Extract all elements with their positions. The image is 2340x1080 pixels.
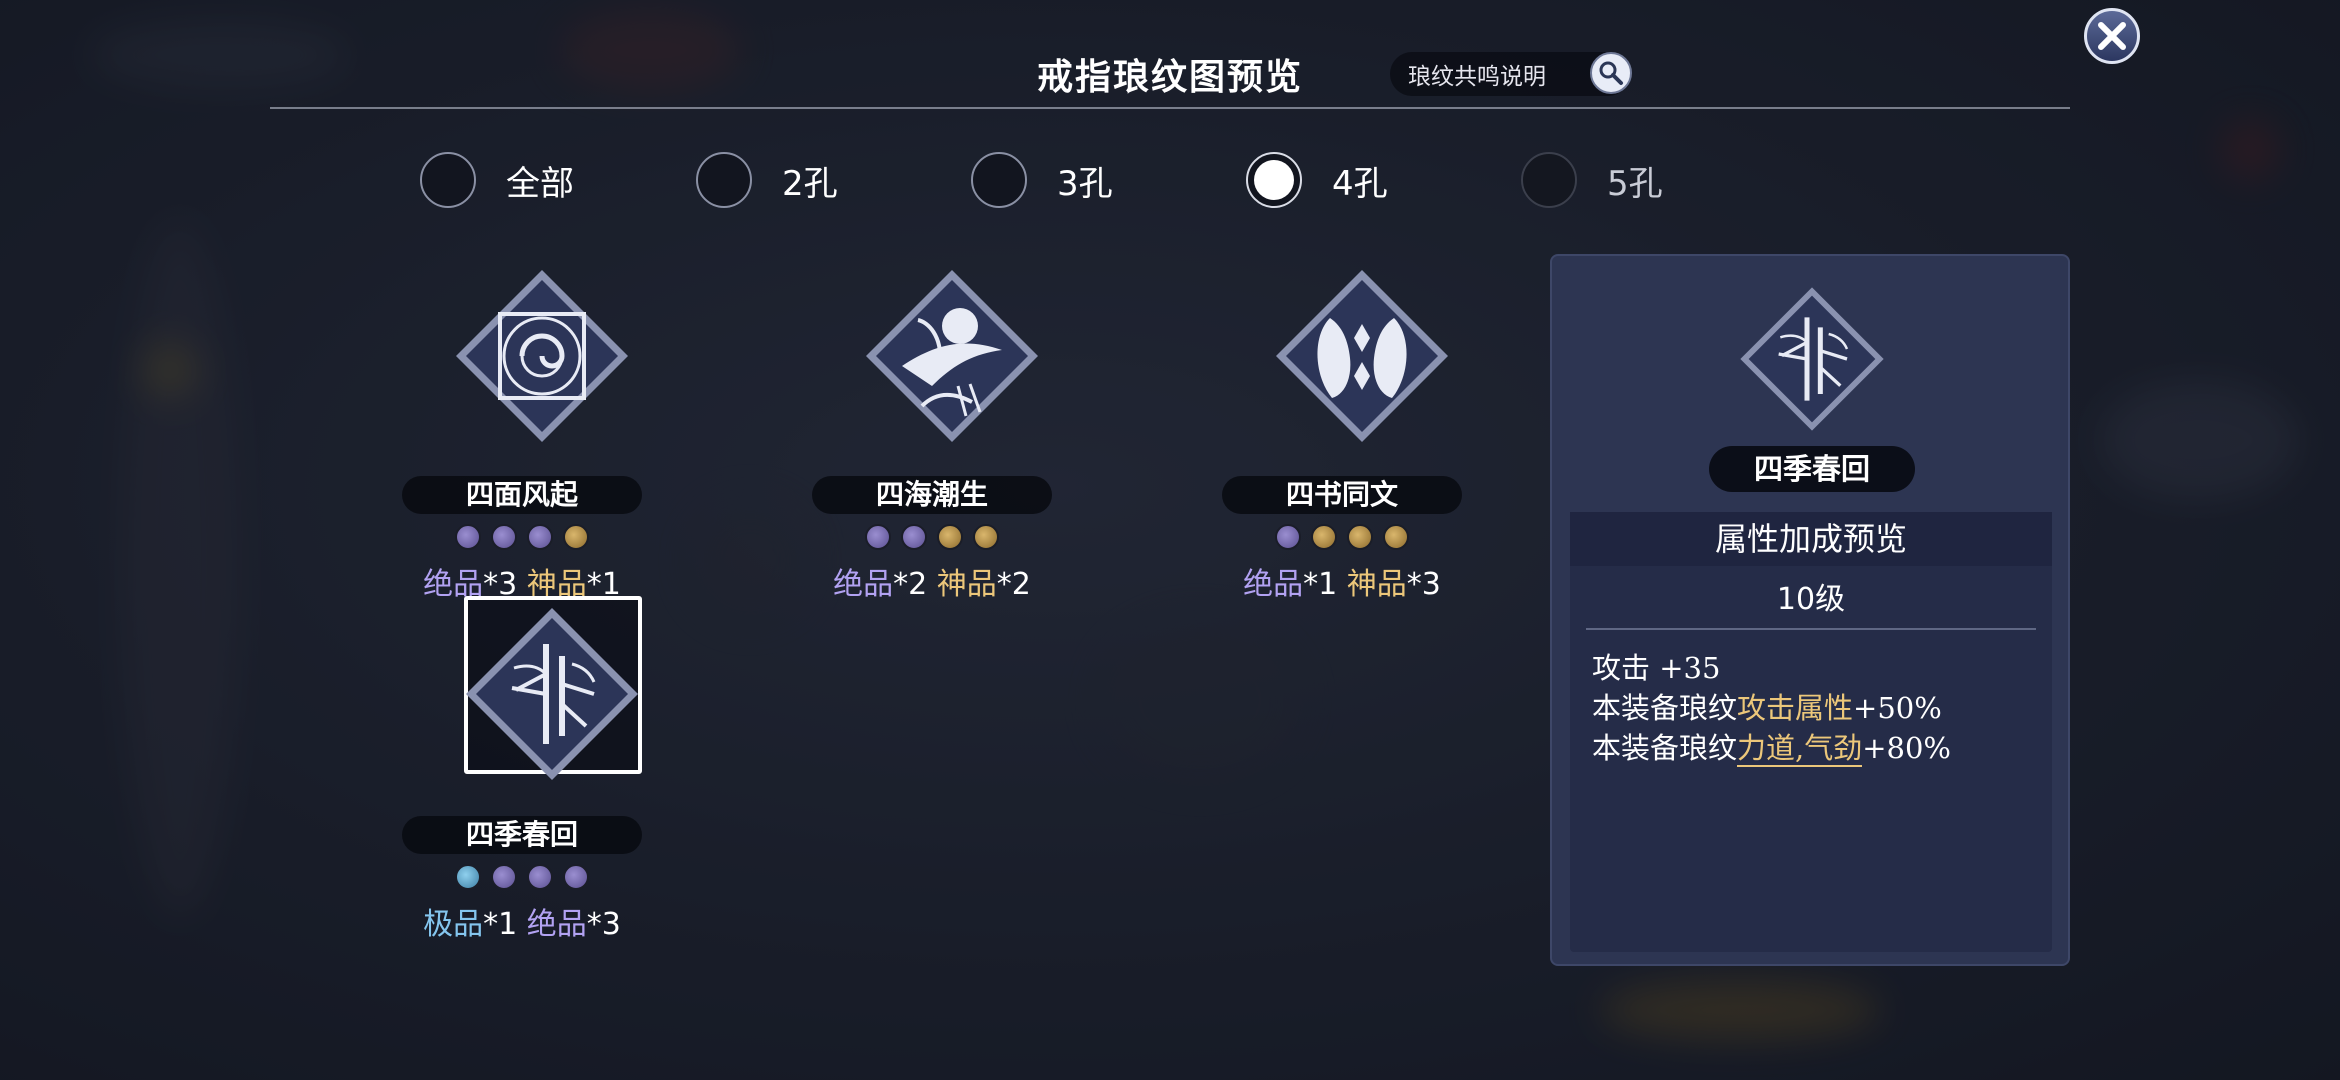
socket-gold-icon <box>973 524 999 550</box>
stat-prefix: 本装备琅纹 <box>1592 691 1738 725</box>
stat-label: 攻击 <box>1592 651 1651 685</box>
pattern-level: 10级 <box>1776 582 1846 617</box>
detail-pattern-name: 四季春回 <box>1709 446 1915 492</box>
close-x-icon <box>2098 22 2126 50</box>
stat-divider <box>1586 628 2036 630</box>
quality-tier: 极品 <box>423 907 484 942</box>
socket-purple-icon <box>563 864 589 890</box>
socket-purple-icon <box>455 524 481 550</box>
quality-summary: 绝品*2 神品*2 <box>812 559 1052 603</box>
socket-purple-icon <box>527 524 553 550</box>
filter-3-holes[interactable]: 3孔 <box>971 150 1113 210</box>
filter-label: 4孔 <box>1332 163 1388 204</box>
socket-purple-icon <box>491 524 517 550</box>
pattern-name: 四书同文 <box>1222 476 1462 514</box>
swirl-emblem-icon <box>456 270 628 442</box>
filter-radio[interactable] <box>696 152 752 208</box>
pattern-card-3-selected[interactable]: 四季春回 极品*1 绝品*3 <box>402 596 652 986</box>
socket-row <box>812 524 1052 550</box>
filter-4-holes[interactable]: 4孔 <box>1246 150 1388 210</box>
stat-prefix: 本装备琅纹 <box>1592 731 1738 765</box>
pattern-name: 四海潮生 <box>812 476 1052 514</box>
filter-all[interactable]: 全部 <box>420 150 574 210</box>
socket-row <box>402 524 642 550</box>
quality-tier: 神品 <box>1346 567 1407 602</box>
socket-row <box>1222 524 1462 550</box>
stat-attribute-link[interactable]: 力道,气劲 <box>1737 731 1863 767</box>
socket-purple-icon <box>865 524 891 550</box>
filter-radio[interactable] <box>420 152 476 208</box>
socket-purple-icon <box>527 864 553 890</box>
socket-purple-icon <box>1275 524 1301 550</box>
filter-label: 3孔 <box>1057 163 1113 204</box>
page-title: 戒指琅纹图预览 <box>1036 56 1303 98</box>
filter-radio[interactable] <box>1521 152 1577 208</box>
stat-line-attack-attr: 本装备琅纹攻击属性+50% <box>1592 688 2052 728</box>
quality-tier: 神品 <box>936 567 997 602</box>
filter-radio[interactable] <box>971 152 1027 208</box>
quality-count: *2 <box>893 567 928 602</box>
stat-line-attack: 攻击 +35 <box>1592 648 2052 688</box>
bamboo-emblem-icon <box>1740 287 1884 431</box>
socket-gold-icon <box>1347 524 1373 550</box>
crane-emblem-icon <box>866 270 1038 442</box>
quality-tier: 绝品 <box>1243 567 1304 602</box>
stat-value: +80% <box>1862 731 1951 765</box>
resonance-help-label: 琅纹共鸣说明 <box>1408 64 1546 90</box>
stat-value: +50% <box>1853 691 1942 725</box>
quality-count: *3 <box>586 907 621 942</box>
close-button[interactable] <box>2084 8 2140 64</box>
magnifier-icon[interactable] <box>1590 52 1632 94</box>
filter-label: 全部 <box>506 163 574 204</box>
quality-count: *1 <box>1303 567 1338 602</box>
socket-blue-icon <box>455 864 481 890</box>
pattern-name: 四面风起 <box>402 476 642 514</box>
socket-gold-icon <box>1383 524 1409 550</box>
pattern-name: 四季春回 <box>402 816 642 854</box>
socket-gold-icon <box>1311 524 1337 550</box>
quality-count: *2 <box>996 567 1031 602</box>
header-divider <box>270 107 2070 109</box>
quality-count: *3 <box>1406 567 1441 602</box>
attribute-preview-panel: 四季春回 属性加成预览 10级 攻击 +35 本装备琅纹攻击属性+50% 本装备… <box>1550 254 2070 966</box>
pattern-card-0[interactable]: 四面风起 绝品*3 神品*1 <box>402 266 652 646</box>
socket-gold-icon <box>937 524 963 550</box>
stat-attribute: 攻击属性 <box>1737 691 1854 725</box>
bamboo-emblem-icon <box>466 608 638 780</box>
stat-box: 属性加成预览 10级 攻击 +35 本装备琅纹攻击属性+50% 本装备琅纹力道,… <box>1570 512 2052 952</box>
filter-label: 2孔 <box>782 163 838 204</box>
stat-value: +35 <box>1659 651 1721 685</box>
filter-2-holes[interactable]: 2孔 <box>696 150 838 210</box>
quality-summary: 极品*1 绝品*3 <box>402 899 642 943</box>
pattern-card-2[interactable]: 四书同文 绝品*1 神品*3 <box>1222 266 1472 646</box>
stat-line-power-qi: 本装备琅纹力道,气劲+80% <box>1592 728 2052 768</box>
quality-tier: 绝品 <box>833 567 894 602</box>
quality-count: *1 <box>483 907 518 942</box>
quality-tier: 绝品 <box>526 907 587 942</box>
filter-radio-selected[interactable] <box>1246 152 1302 208</box>
stat-box-title: 属性加成预览 <box>1570 512 2052 566</box>
socket-purple-icon <box>491 864 517 890</box>
filter-5-holes[interactable]: 5孔 <box>1521 150 1663 210</box>
quality-summary: 绝品*1 神品*3 <box>1222 559 1462 603</box>
filter-label: 5孔 <box>1607 163 1663 204</box>
socket-row <box>402 864 642 890</box>
twin-beast-emblem-icon <box>1276 270 1448 442</box>
socket-purple-icon <box>901 524 927 550</box>
socket-gold-icon <box>563 524 589 550</box>
pattern-card-1[interactable]: 四海潮生 绝品*2 神品*2 <box>812 266 1062 646</box>
